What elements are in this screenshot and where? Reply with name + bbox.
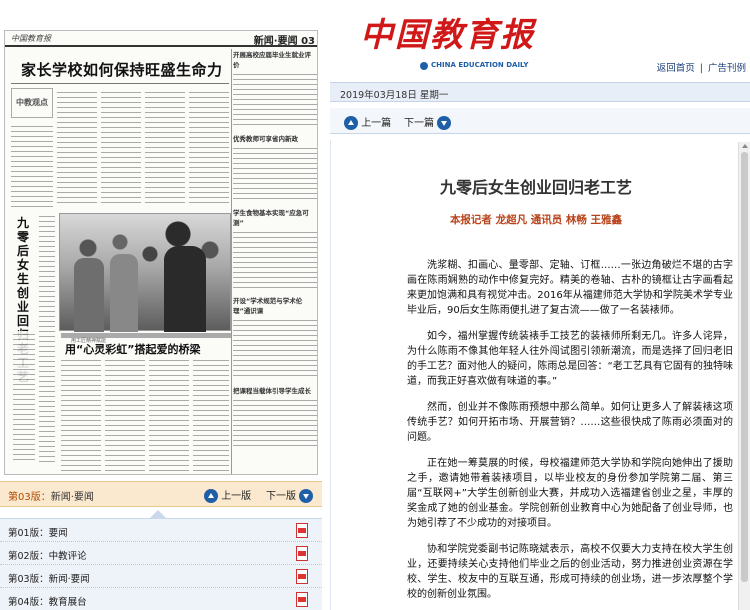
pdf-icon[interactable] [296, 592, 308, 607]
current-page-name: 新闻·要闻 [50, 492, 94, 503]
article-title: 九零后女生创业回归老工艺 [439, 178, 632, 197]
text-column[interactable] [233, 229, 317, 289]
top-links: 返回首页 | 广告刊例 [655, 60, 746, 74]
brand-logo[interactable]: 中国教育报 CHINA EDUCATION DAILY [360, 6, 540, 76]
pdf-icon[interactable] [296, 569, 308, 584]
issue-date: 2019年03月18日 星期一 [340, 90, 449, 101]
page-masthead: 中国教育报 [11, 34, 51, 43]
right-panel: 中国教育报 CHINA EDUCATION DAILY 返回首页 | 广告刊例 … [330, 0, 750, 610]
page-list-label[interactable]: 第01版：要闻 [8, 525, 68, 539]
page-header: 中国教育报 新闻·要闻 03 [5, 31, 317, 47]
page-list-item[interactable]: 第04版：教育展台 [0, 588, 322, 610]
article-nav: 上一篇 下一篇 [330, 108, 750, 134]
page-list: 第01版：要闻 第02版：中教评论 第03版：新闻·要闻 第04版：教育展台 [0, 510, 322, 610]
page-list-label[interactable]: 第02版：中教评论 [8, 548, 87, 562]
side-title[interactable]: 开设“学术规范与学术伦理”通识课 [233, 295, 317, 315]
text-column[interactable] [193, 357, 229, 471]
text-column[interactable] [149, 357, 189, 471]
text-column[interactable] [13, 331, 35, 463]
newspaper-page-preview[interactable]: 中国教育报 新闻·要闻 03 家长学校如何保持旺盛生命力 中教观点 九零后女生创… [4, 30, 318, 475]
page-nav-bar: 第03版：新闻·要闻 上一版 下一版 [0, 481, 322, 507]
article-paragraph: 正在她一筹莫展的时候，母校福建师范大学协和学院向她伸出了援助之手，邀请她带着装裱… [407, 458, 733, 529]
photo-figure [74, 258, 104, 332]
text-column[interactable] [189, 89, 229, 207]
article-body: 洗浆糊、扣画心、量零部、定轴、订框……一张边角破烂不堪的古字画在陈雨娴熟的动作中… [407, 258, 733, 610]
next-article-label: 下一篇 [404, 118, 434, 129]
photo-figure [110, 254, 138, 332]
sub-headline[interactable]: 用“心灵彩虹”搭起爱的桥梁 [65, 341, 200, 357]
side-title[interactable]: 开展高校应届毕业生就业评价 [233, 49, 317, 69]
page-list-label[interactable]: 第04版：教育展台 [8, 594, 87, 608]
article-paragraph: 洗浆糊、扣画心、量零部、定轴、订框……一张边角破烂不堪的古字画在陈雨娴熟的动作中… [407, 260, 733, 316]
home-link[interactable]: 返回首页 [657, 63, 695, 74]
date-bar: 2019年03月18日 星期一 [330, 82, 750, 102]
column-divider [231, 49, 232, 474]
article-reader: 九零后女生创业回归老工艺 本报记者 龙超凡 通讯员 林畅 王雅鑫 洗浆糊、扣画心… [330, 140, 750, 610]
scroll-up-icon[interactable] [742, 144, 748, 148]
ad-rates-link[interactable]: 广告刊例 [708, 63, 746, 74]
page-list-item[interactable]: 第01版：要闻 [0, 519, 322, 542]
current-page-number: 第03版： [8, 492, 51, 503]
next-article-button[interactable]: 下一篇 [404, 114, 452, 130]
side-title[interactable]: 把课程当载体引导学生成长 [233, 385, 317, 395]
text-column[interactable] [101, 89, 141, 207]
list-pointer [150, 510, 166, 518]
brand-english: CHINA EDUCATION DAILY [431, 61, 529, 69]
article-paragraph: 然而，创业并不像陈雨预想中那么简单。如何让更多人了解装裱这项传统手艺？如何开拓市… [407, 402, 733, 443]
prev-article-button[interactable]: 上一篇 [344, 114, 391, 130]
text-column[interactable] [39, 213, 55, 463]
text-column[interactable] [105, 357, 145, 471]
text-column[interactable] [233, 71, 317, 127]
prev-article-label: 上一篇 [361, 118, 392, 129]
text-column[interactable] [61, 357, 101, 471]
article-paragraph: 如今，福州掌握传统装裱手工技艺的装裱师所剩无几。许多人诧异，为什么陈雨不像其他年… [407, 331, 733, 387]
arrow-down-icon [437, 116, 452, 130]
text-column[interactable] [233, 145, 317, 201]
pdf-icon[interactable] [296, 523, 308, 538]
page-list-item[interactable]: 第03版：新闻·要闻 [0, 565, 322, 588]
text-column[interactable] [233, 397, 317, 447]
text-column[interactable] [233, 317, 317, 379]
news-photo[interactable] [59, 213, 231, 332]
brand-chinese: 中国教育报 [360, 15, 535, 54]
side-title[interactable]: 学生食物基本实现“应急可测” [233, 207, 317, 227]
text-column[interactable] [11, 123, 53, 207]
page-list-item[interactable]: 第02版：中教评论 [0, 542, 322, 565]
scrollbar-thumb[interactable] [741, 152, 748, 582]
current-page: 第03版：新闻·要闻 [8, 488, 94, 503]
column-stamp: 中教观点 [11, 88, 53, 118]
article-scrollbar[interactable] [738, 142, 750, 610]
page-list-label[interactable]: 第03版：新闻·要闻 [8, 571, 90, 585]
text-column[interactable] [57, 89, 97, 207]
globe-icon [420, 62, 428, 70]
page-section-label: 新闻·要闻 03 [253, 36, 315, 47]
prev-page-button[interactable]: 上一版 [204, 487, 251, 503]
arrow-up-icon [204, 489, 218, 503]
link-separator: | [699, 63, 703, 74]
prev-page-label: 上一版 [221, 491, 252, 502]
pdf-icon[interactable] [296, 546, 308, 561]
article-byline: 本报记者 龙超凡 通讯员 林畅 王雅鑫 [449, 214, 623, 226]
arrow-up-icon [344, 116, 358, 130]
arrow-down-icon [299, 489, 314, 503]
next-page-label: 下一版 [266, 491, 296, 502]
side-title[interactable]: 优秀教师可享省内新政 [233, 133, 317, 143]
text-column[interactable] [145, 89, 185, 207]
side-news-column[interactable]: 开展高校应届毕业生就业评价 优秀教师可享省内新政 学生食物基本实现“应急可测” … [233, 49, 317, 447]
page-headline[interactable]: 家长学校如何保持旺盛生命力 [21, 59, 231, 80]
left-panel: 中国教育报 新闻·要闻 03 家长学校如何保持旺盛生命力 中教观点 九零后女生创… [0, 0, 322, 610]
page-list-items: 第01版：要闻 第02版：中教评论 第03版：新闻·要闻 第04版：教育展台 [0, 518, 322, 610]
photo-figure [164, 246, 206, 332]
headline-rule [11, 83, 229, 84]
article-paragraph: 协和学院党委副书记陈晓斌表示，高校不仅要大力支持在校大学生创业，还要持续关心支持… [407, 544, 733, 600]
next-page-button[interactable]: 下一版 [266, 487, 314, 503]
